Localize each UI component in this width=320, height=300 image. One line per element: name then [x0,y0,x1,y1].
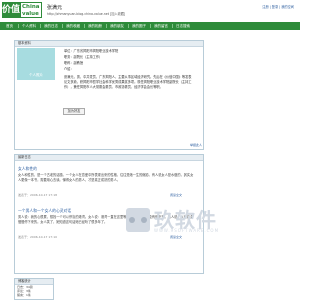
article-readmore-link[interactable]: 阅读全文 [170,235,182,239]
profile-intro-label: 介绍： [64,67,74,71]
nav-item-favorites[interactable]: 我的收藏 [66,22,80,30]
blog-owner-name: 张满元 [47,5,63,11]
nav-divider [128,24,129,28]
top-links[interactable]: 注册 | 登录 | 我的空间 [262,4,294,9]
logo-mark: 价值 [2,2,20,18]
nav-divider [18,24,19,28]
logo-word-top: China [22,4,40,10]
article-title[interactable]: 女人和性的 [18,166,37,172]
profile-description: 张满元，男，中共党员，广东揭阳人，主要从事区域经济研究。先后在《价值中国》等发表… [64,75,192,89]
watermark-icon [126,208,150,232]
article-excerpt: 女人和性的，是一个古老的话题。一个女人在恋爱中所表现出来的性格，往往是她一生的缩… [18,173,194,182]
nav-item-search[interactable]: 日志搜索 [176,22,190,30]
nav-item-friends[interactable]: 我的朋友 [110,22,124,30]
nav-divider [172,24,173,28]
nav-divider [40,24,41,28]
nav-item-home[interactable]: 首页 [6,22,13,30]
article-meta: 发表于：2006-10-17 17:18 [18,193,58,197]
site-logo[interactable]: 价值 China value [2,2,42,18]
articles-panel-title: 最新日志 [15,155,203,161]
nav-item-profile[interactable]: 个人资料 [22,22,36,30]
logo-word-bottom: value [22,11,39,17]
profile-position: 职务：副院长（主持工作） [64,55,103,59]
nav-item-circles[interactable]: 我的圈子 [132,22,146,30]
blog-url[interactable]: http://zhmanyuan.blog.china-value.net [加… [47,11,125,16]
logo-wordmark: China value [20,2,42,18]
nav-divider [62,24,63,28]
article-readmore-link[interactable]: 阅读全文 [170,193,182,197]
article-meta: 发表于：2006-10-17 17:10 [18,235,58,239]
nav-item-messages[interactable]: 我的留言 [154,22,168,30]
watermark-subtext: WWW.9SOFTWARE.COM [154,228,220,233]
profile-panel-title: 基本资料 [15,41,203,47]
avatar[interactable]: 个人照片 [17,48,55,80]
profile-employer: 单位：广东省揭阳市揭阳职业技术学院 [64,49,119,53]
avatar-caption: 个人照片 [29,73,43,77]
stat-messages: 留言：1条 [17,293,31,297]
nav-item-logs[interactable]: 我的日志 [44,22,58,30]
report-link[interactable]: 举报此人 [190,143,202,147]
watermark-icon-dot [141,217,147,223]
add-friend-button[interactable]: 加为好友 [63,108,85,115]
profile-title: 职称：副教授 [64,61,84,65]
article-title[interactable]: 一个男人和一个女人的心灵对话 [18,208,71,214]
nav-item-album[interactable]: 我的相册 [88,22,102,30]
main-nav: 首页 个人资料 我的日志 我的收藏 我的相册 我的朋友 我的圈子 我的留言 日志… [0,22,300,30]
nav-divider [106,24,107,28]
nav-divider [150,24,151,28]
watermark-icon-dot [129,217,135,223]
nav-divider [84,24,85,28]
